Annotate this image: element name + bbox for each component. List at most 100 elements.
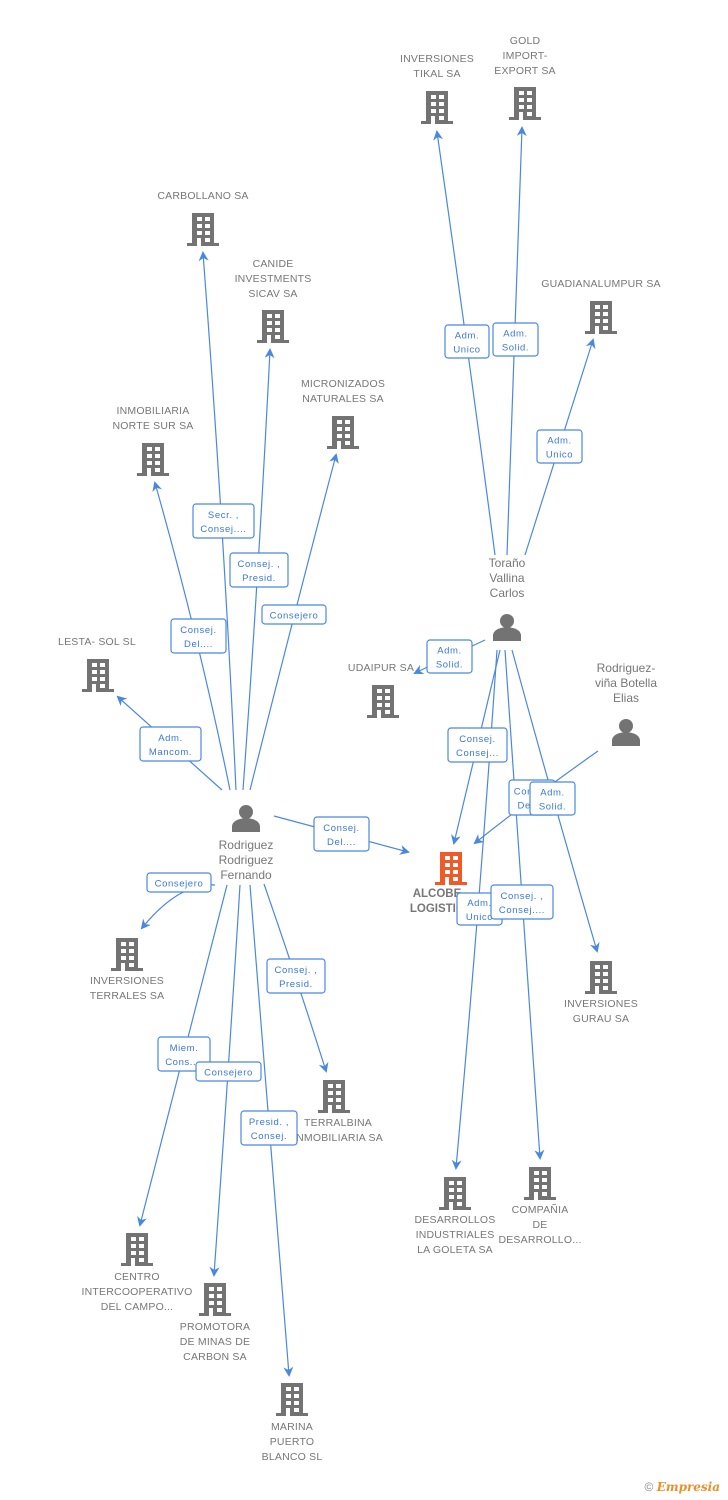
role-label-text: Consej. , xyxy=(501,891,544,902)
role-label[interactable]: Adm. Solid. xyxy=(426,639,473,674)
node-label: LOGISTIC xyxy=(410,903,464,915)
node-marina[interactable]: MARINA PUERTO BLANCO SL xyxy=(262,1383,323,1463)
node-canide[interactable]: CANIDE INVESTMENTS SICAV SA xyxy=(235,258,312,346)
node-label: NATURALES SA xyxy=(302,393,384,405)
role-label-text: Consej. , xyxy=(275,965,318,976)
node-gurau[interactable]: INVERSIONES GURAU SA xyxy=(564,961,638,1025)
building-icon[interactable] xyxy=(367,685,399,721)
role-label-text: Adm. xyxy=(547,436,572,447)
node-guadiana[interactable]: GUADIANALUMPUR SA xyxy=(541,278,661,337)
role-label-text: Consej. , xyxy=(238,559,281,570)
building-icon[interactable] xyxy=(327,416,359,452)
role-label-text: Adm. xyxy=(540,788,565,799)
person-icon[interactable] xyxy=(612,719,640,746)
role-label-text: Consejero xyxy=(270,611,319,622)
node-label: viña Botella xyxy=(595,676,657,690)
role-label-text: Adm. xyxy=(455,331,480,342)
role-label[interactable]: Consej. , Consej.... xyxy=(490,884,554,920)
building-icon[interactable] xyxy=(257,310,289,346)
role-label[interactable]: Adm. Unico xyxy=(536,429,583,464)
node-compania[interactable]: COMPAÑIA DE DESARROLLO... xyxy=(498,1167,581,1246)
role-label-text: Consej... xyxy=(456,748,499,759)
role-label-text: Mancom. xyxy=(149,747,192,758)
node-label: Elias xyxy=(613,691,639,705)
node-terrales[interactable]: INVERSIONES TERRALES SA xyxy=(90,938,165,1002)
node-label: BLANCO SL xyxy=(262,1451,323,1463)
node-label: PUERTO xyxy=(270,1436,315,1448)
node-label: LESTA- SOL SL xyxy=(58,636,136,648)
building-icon[interactable] xyxy=(121,1233,153,1269)
role-label-text: Consej.... xyxy=(499,905,545,916)
node-micronizados[interactable]: MICRONIZADOS NATURALES SA xyxy=(301,378,385,452)
person-icon[interactable] xyxy=(232,805,260,832)
node-label: DE xyxy=(533,1219,548,1231)
role-label[interactable]: Secr. , Consej.... xyxy=(192,503,255,539)
role-label[interactable]: Consej. Consej... xyxy=(447,727,508,763)
role-label[interactable]: Consej. , Presid. xyxy=(229,552,289,588)
role-label-text: Consej. xyxy=(251,1131,287,1142)
role-label[interactable]: Consej. Del.... xyxy=(170,618,227,654)
node-carbollano[interactable]: CARBOLLANO SA xyxy=(157,190,248,249)
node-fernando[interactable]: RodriguezRodriguezFernando xyxy=(219,805,274,882)
node-gold[interactable]: GOLD IMPORT- EXPORT SA xyxy=(494,35,556,123)
node-label: GURAU SA xyxy=(573,1013,629,1025)
role-label-text: Miem. xyxy=(170,1043,199,1054)
role-label-text: Adm. xyxy=(467,898,492,909)
node-label: LA GOLETA SA xyxy=(417,1244,493,1256)
node-label: Fernando xyxy=(220,868,272,882)
node-udaipur[interactable]: UDAIPUR SA xyxy=(348,662,414,721)
node-elias[interactable]: Rodriguez-viña BotellaElias xyxy=(595,661,657,746)
role-label[interactable]: Consejero xyxy=(146,872,212,893)
node-terralbina[interactable]: TERRALBINA INMOBILIARIA SA xyxy=(293,1080,383,1144)
brand-logo: Empresia xyxy=(656,1480,720,1494)
building-icon[interactable] xyxy=(421,91,453,127)
role-label[interactable]: Adm. Solid. xyxy=(529,781,576,816)
role-label[interactable]: Consej. , Presid. xyxy=(266,958,326,994)
building-icon[interactable] xyxy=(276,1383,308,1419)
building-icon[interactable] xyxy=(439,1177,471,1213)
building-icon[interactable] xyxy=(187,213,219,249)
node-label: INTERCOOPERATIVO xyxy=(82,1286,193,1298)
building-icon[interactable] xyxy=(137,443,169,479)
building-icon[interactable] xyxy=(318,1080,350,1116)
building-icon[interactable] xyxy=(585,301,617,337)
building-icon[interactable] xyxy=(82,659,114,695)
building-icon[interactable] xyxy=(524,1167,556,1203)
footer-brand[interactable]: © Empresia xyxy=(645,1480,720,1494)
role-label-text: Consejero xyxy=(155,879,204,890)
node-goleta[interactable]: DESARROLLOS INDUSTRIALES LA GOLETA SA xyxy=(415,1177,496,1256)
building-icon[interactable] xyxy=(509,87,541,123)
role-label[interactable]: Consej. Del.... xyxy=(313,816,370,852)
node-tikal[interactable]: INVERSIONES TIKAL SA xyxy=(400,53,474,127)
node-label: INVERSIONES xyxy=(564,998,638,1010)
node-label: INVESTMENTS xyxy=(235,273,312,285)
role-label[interactable]: Consejero xyxy=(195,1061,262,1082)
role-label[interactable]: Adm. Solid. xyxy=(492,322,539,357)
building-icon[interactable] xyxy=(435,852,467,888)
role-label-text: Presid. , xyxy=(249,1117,289,1128)
node-label: IMPORT- xyxy=(503,50,548,62)
role-label[interactable]: Adm. Unico xyxy=(444,324,490,359)
role-label[interactable]: Adm. Mancom. xyxy=(139,726,202,762)
role-label[interactable]: Presid. , Consej. xyxy=(240,1110,298,1146)
role-label-text: Solid. xyxy=(436,660,463,671)
node-label: DESARROLLOS xyxy=(415,1214,496,1226)
node-torano[interactable]: TorañoVallinaCarlos xyxy=(489,556,526,641)
node-label: Toraño xyxy=(489,556,526,570)
role-label[interactable]: Consejero xyxy=(261,604,327,625)
node-label: DEL CAMPO... xyxy=(101,1301,174,1313)
building-icon[interactable] xyxy=(111,938,143,974)
node-label: INVERSIONES xyxy=(400,53,474,65)
node-inmobiliaria[interactable]: INMOBILIARIA NORTE SUR SA xyxy=(113,405,194,479)
node-lesta[interactable]: LESTA- SOL SL xyxy=(58,636,136,695)
role-label-text: Consej. xyxy=(180,625,216,636)
person-icon[interactable] xyxy=(493,614,521,641)
node-label: TERRALES SA xyxy=(90,990,165,1002)
node-label: SICAV SA xyxy=(248,288,297,300)
node-label: COMPAÑIA xyxy=(512,1203,569,1216)
building-icon[interactable] xyxy=(199,1283,231,1319)
node-label: PROMOTORA xyxy=(180,1321,250,1333)
building-icon[interactable] xyxy=(585,961,617,997)
role-label-text: Consejero xyxy=(204,1068,253,1079)
node-centro[interactable]: CENTRO INTERCOOPERATIVO DEL CAMPO... xyxy=(82,1233,193,1313)
